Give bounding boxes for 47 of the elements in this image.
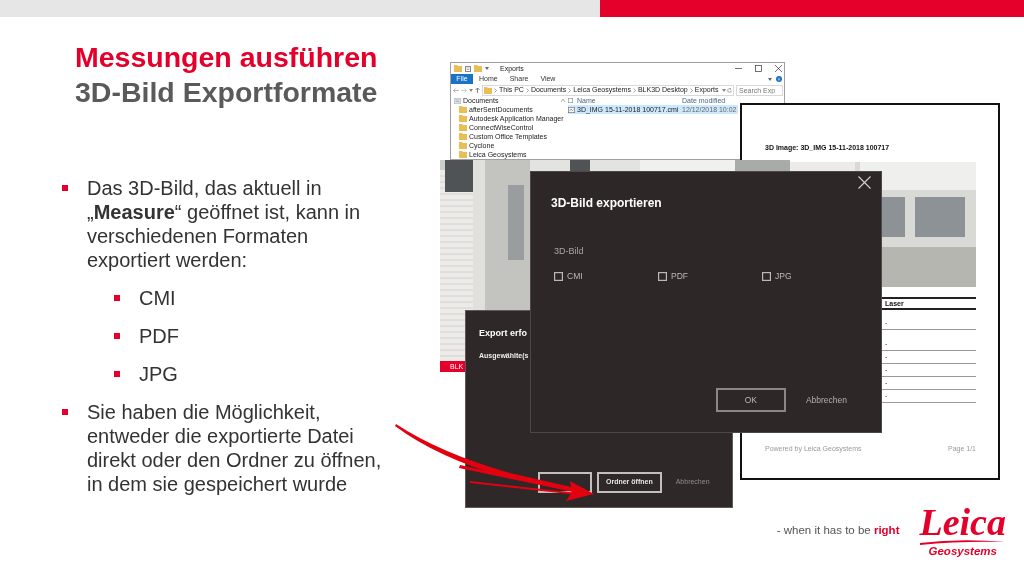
checkbox-label: JPG [775,271,792,282]
checkbox[interactable] [554,272,563,281]
up-arrow-icon[interactable] [475,87,480,93]
chevron-right-icon [632,87,636,93]
documents-icon [454,97,461,104]
slide-title: Messungen ausführen [75,40,378,75]
folder-icon [484,86,492,94]
bullet-icon [114,295,120,301]
dialog-button[interactable]: OK [715,388,786,412]
bullet-text: CMI [139,286,177,310]
chevron-right-icon [568,87,572,93]
chevron-right-icon [525,87,529,93]
chevron-right-icon [689,87,693,93]
section-label: 3D-Bild [554,246,584,257]
caret-icon[interactable] [485,67,489,70]
bullet-icon [62,185,68,191]
text-button[interactable]: Abbrechen [805,393,847,407]
caret-icon[interactable] [768,77,772,81]
minimize-icon[interactable] [735,65,742,72]
caret-icon[interactable] [722,88,726,92]
folder-icon [454,65,462,72]
dialog-title: Export erfo [479,328,527,339]
help-icon[interactable] [776,76,782,82]
caret-icon[interactable] [469,88,473,92]
chevron-right-icon [494,87,497,93]
checkbox[interactable] [762,272,771,281]
bullet-icon [114,371,120,377]
logo-wordmark: Leica [919,505,1006,539]
checkbox[interactable] [658,272,667,281]
bullet-text: PDF [139,324,180,348]
tagline: - when it has to be right [776,523,900,537]
properties-icon[interactable] [465,65,471,72]
folder-icon [474,65,482,72]
checkbox-icon[interactable] [568,98,573,103]
dialog-title: 3D-Bild exportieren [551,196,662,210]
bullet-text: Sie haben die Möglichkeit, entweder die exportierte Datei direkt oder den Ordner zu öffnen, in dem sie gespeichert wurde [87,400,383,496]
bullet-text: JPG [139,362,179,386]
checkbox-label: CMI [567,271,583,282]
slide-subtitle: 3D-Bild Exportformate [75,75,378,110]
file-icon [568,106,575,113]
checkbox-label: PDF [671,271,688,282]
bullet-icon [62,409,68,415]
maximize-icon[interactable] [755,65,762,72]
bullet-icon [114,333,120,339]
close-icon[interactable] [775,65,782,72]
bullet-text: Das 3D-Bild, das aktuell in „Measure“ geöffnet ist, kann in verschiedenen Formaten exportiert werden: [87,176,362,272]
logo-subtitle: Geosystems [928,545,997,558]
